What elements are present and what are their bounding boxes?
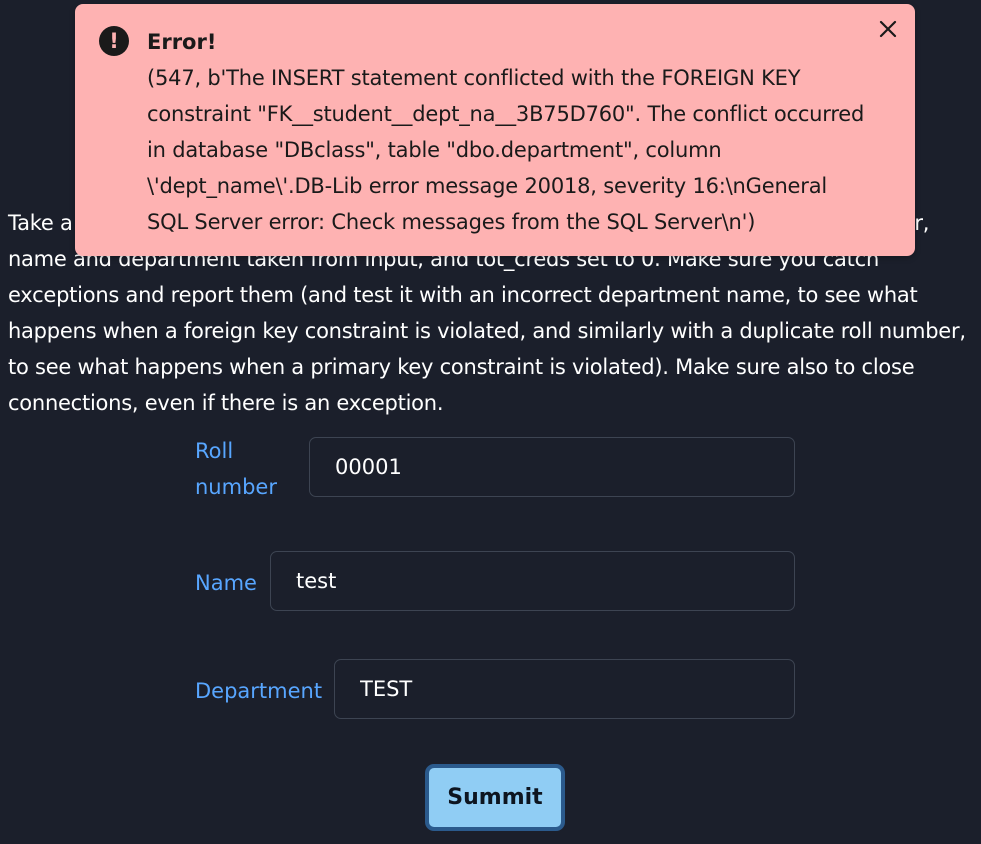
name-input[interactable] — [270, 551, 795, 611]
department-label: Department — [195, 679, 323, 703]
exclamation-circle-icon: ! — [99, 26, 129, 56]
submit-button[interactable]: Summit — [425, 764, 565, 831]
alert-title: Error! — [147, 30, 217, 54]
name-label: Name — [195, 571, 257, 595]
error-alert: ! Error! (547, b'The INSERT statement co… — [75, 4, 915, 256]
department-input[interactable] — [334, 659, 795, 719]
roll-number-input[interactable] — [309, 437, 795, 497]
close-icon[interactable] — [873, 14, 903, 44]
close-icon-glyph — [879, 20, 897, 38]
roll-number-label: Roll number — [195, 439, 277, 499]
alert-message: (547, b'The INSERT statement conflicted … — [147, 66, 865, 234]
